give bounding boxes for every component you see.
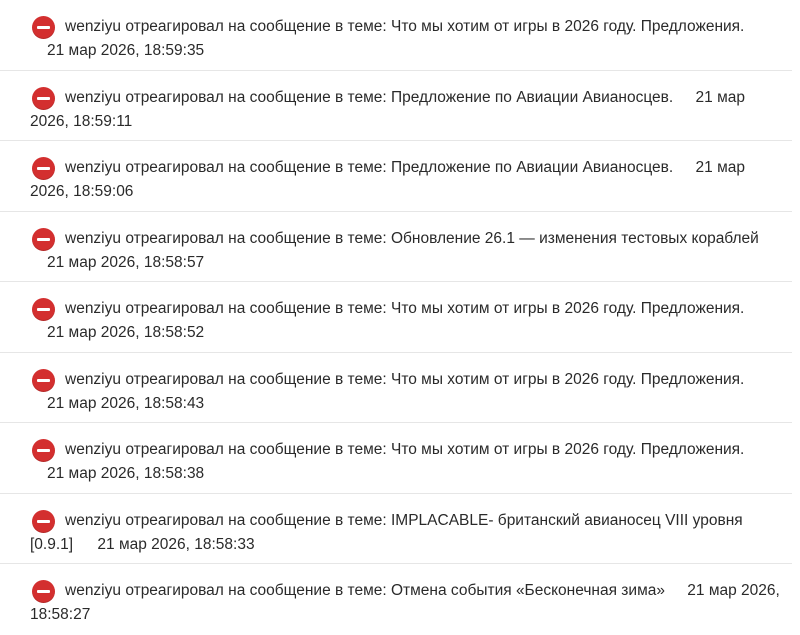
activity-action-text: отреагировал на сообщение в теме: [125, 159, 387, 176]
activity-action-text: отреагировал на сообщение в теме: [125, 441, 387, 458]
activity-item: wenziyu отреагировал на сообщение в теме… [0, 423, 792, 494]
no-entry-reaction-icon [32, 227, 55, 251]
topic-link[interactable]: Что мы хотим от игры в 2026 году. Предло… [391, 300, 744, 317]
activity-timestamp: 21 мар 2026, 18:58:38 [47, 465, 205, 482]
activity-timestamp-start: 21 мар [695, 159, 745, 176]
topic-link[interactable]: Отмена события «Бесконечная зима» [391, 582, 665, 599]
activity-timestamp: 21 мар 2026, 18:58:33 [97, 535, 255, 553]
activity-item: wenziyu отреагировал на сообщение в теме… [0, 494, 792, 564]
activity-action-text: отреагировал на сообщение в теме: [125, 88, 387, 106]
activity-item: wenziyu отреагировал на сообщение в теме… [0, 282, 792, 353]
topic-link[interactable]: Что мы хотим от игры в 2026 году. Предло… [391, 18, 744, 35]
no-entry-reaction-icon [32, 580, 55, 603]
activity-timestamp-start: 21 мар 2026, [687, 582, 780, 599]
activity-action-text: отреагировал на сообщение в теме: [125, 300, 387, 317]
topic-link[interactable]: Предложение по Авиации Авианосцев. [391, 159, 673, 176]
user-link[interactable]: wenziyu [65, 441, 121, 458]
user-link[interactable]: wenziyu [65, 230, 121, 247]
activity-action-text: отреагировал на сообщение в теме: [125, 582, 387, 599]
activity-item: wenziyu отреагировал на сообщение в теме… [0, 141, 792, 212]
topic-link[interactable]: Предложение по Авиации Авианосцев. [391, 89, 673, 106]
activity-timestamp: 21 мар 2026, 18:58:52 [47, 324, 205, 341]
topic-link[interactable]: Что мы хотим от игры в 2026 году. Предло… [391, 371, 744, 388]
activity-action-text: отреагировал на сообщение в теме: [125, 511, 387, 529]
activity-timestamp: 21 мар 2026, 18:58:57 [47, 253, 205, 271]
no-entry-reaction-icon [32, 509, 55, 533]
activity-item: wenziyu отреагировал на сообщение в теме… [0, 353, 792, 423]
no-entry-reaction-icon [32, 157, 55, 180]
activity-timestamp: 21 мар 2026, 18:58:43 [47, 394, 205, 412]
user-link[interactable]: wenziyu [65, 582, 121, 599]
user-link[interactable]: wenziyu [65, 89, 121, 106]
activity-item: wenziyu отреагировал на сообщение в теме… [0, 564, 792, 635]
activity-timestamp-end: 18:58:27 [30, 606, 91, 623]
activity-timestamp-start: 21 мар [695, 88, 745, 106]
activity-action-text: отреагировал на сообщение в теме: [125, 229, 387, 247]
activity-timestamp-end: 2026, 18:59:06 [30, 183, 134, 200]
activity-timestamp-end: 2026, 18:59:11 [30, 112, 133, 130]
activity-item: wenziyu отреагировал на сообщение в теме… [0, 212, 792, 282]
activity-item: wenziyu отреагировал на сообщение в теме… [0, 71, 792, 141]
user-link[interactable]: wenziyu [65, 18, 121, 35]
activity-feed: wenziyu отреагировал на сообщение в теме… [0, 0, 792, 635]
no-entry-reaction-icon [32, 368, 55, 392]
topic-link[interactable]: IMPLACABLE- британский авианосец VIII ур… [391, 512, 743, 529]
no-entry-reaction-icon [32, 16, 55, 39]
user-link[interactable]: wenziyu [65, 371, 121, 388]
activity-item: wenziyu отреагировал на сообщение в теме… [0, 0, 792, 71]
activity-timestamp: 21 мар 2026, 18:59:35 [47, 42, 205, 59]
topic-link[interactable]: Обновление 26.1 — изменения тестовых кор… [391, 230, 759, 247]
topic-link[interactable]: Что мы хотим от игры в 2026 году. Предло… [391, 441, 744, 458]
no-entry-reaction-icon [32, 439, 55, 462]
activity-action-text: отреагировал на сообщение в теме: [125, 18, 387, 35]
no-entry-reaction-icon [32, 298, 55, 321]
user-link[interactable]: wenziyu [65, 300, 121, 317]
topic-link-tail[interactable]: [0.9.1] [30, 536, 73, 553]
user-link[interactable]: wenziyu [65, 512, 121, 529]
activity-action-text: отреагировал на сообщение в теме: [125, 370, 387, 388]
user-link[interactable]: wenziyu [65, 159, 121, 176]
no-entry-reaction-icon [32, 86, 55, 110]
